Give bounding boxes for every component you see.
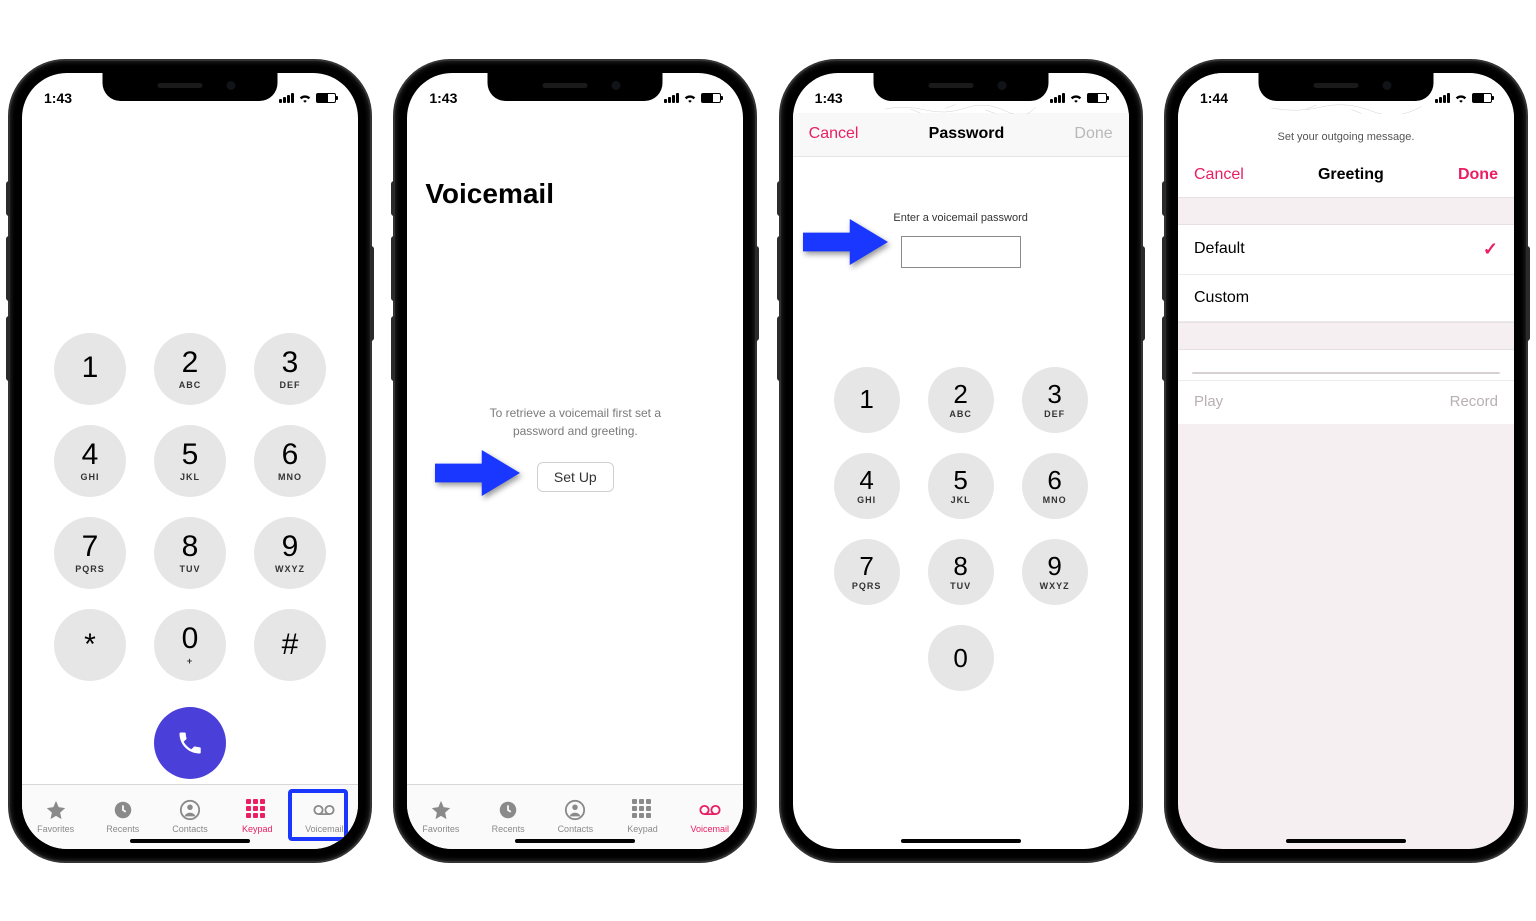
tab-voicemail[interactable]: Voicemail [676, 785, 743, 849]
record-button: Record [1450, 393, 1498, 410]
phone-2: 1:43 Voicemail To retrieve a voicemail f… [395, 61, 755, 861]
home-indicator[interactable] [130, 839, 250, 843]
key-5[interactable]: 5JKL [928, 453, 994, 519]
star-icon [45, 799, 67, 821]
key-6[interactable]: 6MNO [1022, 453, 1088, 519]
status-icons [279, 92, 336, 103]
voicemail-icon [699, 799, 721, 821]
key-1[interactable]: 1 [54, 333, 126, 405]
status-time: 1:43 [429, 90, 457, 106]
play-button: Play [1194, 393, 1223, 410]
check-icon: ✓ [1483, 239, 1498, 260]
keypad-icon [632, 799, 654, 821]
status-icons [1050, 92, 1107, 103]
screen-password: 1:43 Cancel Password Done Enter a voicem… [793, 73, 1129, 849]
key-7[interactable]: 7PQRS [54, 517, 126, 589]
greeting-custom-row[interactable]: Custom [1178, 275, 1514, 322]
arrow-annotation [435, 450, 520, 496]
nav-title: Greeting [1318, 166, 1384, 184]
setup-button[interactable]: Set Up [537, 462, 614, 492]
battery-icon [701, 93, 721, 103]
key-8[interactable]: 8TUV [154, 517, 226, 589]
greeting-default-label: Default [1194, 240, 1245, 258]
greeting-default-row[interactable]: Default ✓ [1178, 225, 1514, 275]
done-button: Done [1074, 125, 1112, 143]
voicemail-message: To retrieve a voicemail first set a pass… [407, 404, 743, 492]
signal-icon [664, 93, 679, 103]
status-icons [1435, 92, 1492, 103]
signal-icon [1050, 93, 1065, 103]
voicemail-icon [313, 799, 335, 821]
screen-greeting: 1:44 Set your outgoing message. Cancel G… [1178, 73, 1514, 849]
key-4[interactable]: 4GHI [834, 453, 900, 519]
done-button[interactable]: Done [1458, 166, 1498, 184]
contact-icon [179, 799, 201, 821]
key-4[interactable]: 4GHI [54, 425, 126, 497]
tab-favorites[interactable]: Favorites [407, 785, 474, 849]
home-indicator[interactable] [901, 839, 1021, 843]
phone-4: 1:44 Set your outgoing message. Cancel G… [1166, 61, 1526, 861]
arrow-annotation [803, 219, 888, 265]
star-icon [430, 799, 452, 821]
battery-icon [1087, 93, 1107, 103]
greeting-custom-label: Custom [1194, 289, 1249, 307]
status-time: 1:44 [1200, 90, 1228, 106]
tab-favorites[interactable]: Favorites [22, 785, 89, 849]
status-time: 1:43 [815, 90, 843, 106]
screen-voicemail-setup: 1:43 Voicemail To retrieve a voicemail f… [407, 73, 743, 849]
key-0[interactable]: 0+ [154, 609, 226, 681]
call-button[interactable] [154, 707, 226, 779]
key-7[interactable]: 7PQRS [834, 539, 900, 605]
cancel-button[interactable]: Cancel [1194, 166, 1244, 184]
key-3[interactable]: 3DEF [254, 333, 326, 405]
keypad-icon [246, 799, 268, 821]
key-8[interactable]: 8TUV [928, 539, 994, 605]
nav-bar: Cancel Greeting Done [1178, 153, 1514, 197]
password-input[interactable] [901, 236, 1021, 268]
signal-icon [279, 93, 294, 103]
greeting-subtitle: Set your outgoing message. [1178, 113, 1514, 153]
dialer-keypad: 1 2ABC 3DEF 4GHI 5JKL 6MNO 7PQRS 8TUV 9W… [22, 333, 358, 779]
playback-progress [1178, 350, 1514, 381]
number-pad: 1 2ABC 3DEF 4GHI 5JKL 6MNO 7PQRS 8TUV 9W… [793, 367, 1129, 691]
key-star[interactable]: * [54, 609, 126, 681]
nav-bar: Cancel Password Done [793, 113, 1129, 157]
key-hash[interactable]: # [254, 609, 326, 681]
status-time: 1:43 [44, 90, 72, 106]
key-2[interactable]: 2ABC [928, 367, 994, 433]
key-1[interactable]: 1 [834, 367, 900, 433]
key-3[interactable]: 3DEF [1022, 367, 1088, 433]
phone-1: 1:43 1 2ABC 3DEF 4GHI 5JKL 6MNO [10, 61, 370, 861]
clock-icon [112, 799, 134, 821]
screen-keypad: 1:43 1 2ABC 3DEF 4GHI 5JKL 6MNO [22, 73, 358, 849]
wifi-icon [1069, 92, 1083, 103]
home-indicator[interactable] [515, 839, 635, 843]
wifi-icon [683, 92, 697, 103]
home-indicator[interactable] [1286, 839, 1406, 843]
status-icons [664, 92, 721, 103]
phone-3: 1:43 Cancel Password Done Enter a voicem… [781, 61, 1141, 861]
phone-icon [176, 729, 204, 757]
password-area: Enter a voicemail password [793, 157, 1129, 268]
key-6[interactable]: 6MNO [254, 425, 326, 497]
contact-icon [564, 799, 586, 821]
key-9[interactable]: 9WXYZ [254, 517, 326, 589]
voicemail-title: Voicemail [407, 113, 743, 210]
nav-title: Password [929, 125, 1005, 143]
playback-controls: Play Record [1178, 381, 1514, 424]
clock-icon [497, 799, 519, 821]
battery-icon [1472, 93, 1492, 103]
cancel-button[interactable]: Cancel [809, 125, 859, 143]
key-5[interactable]: 5JKL [154, 425, 226, 497]
key-9[interactable]: 9WXYZ [1022, 539, 1088, 605]
key-2[interactable]: 2ABC [154, 333, 226, 405]
wifi-icon [298, 92, 312, 103]
key-0[interactable]: 0 [928, 625, 994, 691]
signal-icon [1435, 93, 1450, 103]
wifi-icon [1454, 92, 1468, 103]
tab-voicemail[interactable]: Voicemail [291, 785, 358, 849]
battery-icon [316, 93, 336, 103]
